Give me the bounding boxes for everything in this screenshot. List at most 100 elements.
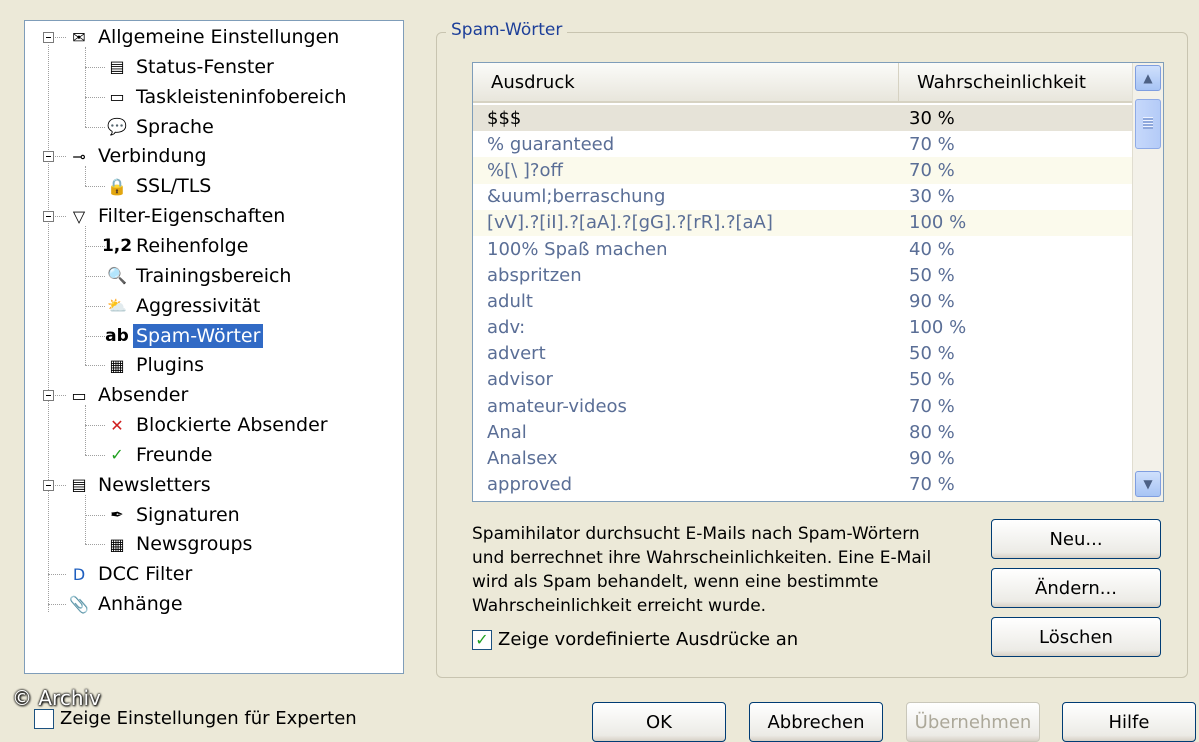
tree-item-5[interactable]: ⊸ Verbindung <box>67 142 210 170</box>
cell-expression: %[\ ]?off <box>487 159 563 181</box>
lock-icon: 🔒 <box>107 176 127 196</box>
tree-collapse-toggle[interactable] <box>43 390 54 402</box>
tree-connector-line <box>85 305 105 307</box>
tree-connector-line <box>85 544 105 546</box>
groupbox-title: Spam-Wörter <box>446 20 568 40</box>
tree-collapse-toggle[interactable] <box>43 151 54 163</box>
tree-collapse-toggle[interactable] <box>43 479 54 491</box>
table-row[interactable]: advert 50 % <box>473 341 1133 367</box>
newsletter-icon: ▤ <box>71 475 87 495</box>
tree-item-label: Newsletters <box>98 473 211 496</box>
table-row[interactable]: Analsex 90 % <box>473 445 1133 471</box>
tree-item-3[interactable]: ▭ Taskleisteninfobereich <box>105 83 350 111</box>
language-bubble-icon: 💬 <box>107 117 127 137</box>
table-row[interactable]: &uuml;berraschung 30 % <box>473 184 1133 210</box>
tree-item-18[interactable]: ▦ Newsgroups <box>105 530 255 558</box>
tree-item-14[interactable]: ✕ Blockierte Absender <box>105 411 331 439</box>
tree-item-9[interactable]: 🔍 Trainingsbereich <box>105 262 294 290</box>
tree-item-label: Taskleisteninfobereich <box>136 85 347 108</box>
cell-probability: 100 % <box>909 212 967 234</box>
cell-expression: advert <box>487 343 546 365</box>
tree-item-6[interactable]: 🔒 SSL/TLS <box>105 172 214 200</box>
tree-item-11[interactable]: ab Spam-Wörter <box>105 322 264 350</box>
show-predefined-checkbox-row[interactable]: ✓ Zeige vordefinierte Ausdrücke an <box>472 629 798 650</box>
cell-probability: 30 % <box>909 186 955 208</box>
vertical-scrollbar[interactable]: ▲ ▼ <box>1132 63 1163 501</box>
newsgroups-icon: ▦ <box>109 534 125 554</box>
list-header: Ausdruck Wahrscheinlichkeit <box>473 63 1133 103</box>
delete-button[interactable]: Löschen <box>991 617 1161 657</box>
tree-item-19[interactable]: D DCC Filter <box>67 560 195 588</box>
cell-probability: 50 % <box>909 264 955 286</box>
cell-probability: 90 % <box>909 448 955 470</box>
scroll-up-button[interactable]: ▲ <box>1135 65 1161 91</box>
cancel-button[interactable]: Abbrechen <box>749 702 883 742</box>
table-row[interactable]: adult 90 % <box>473 288 1133 314</box>
tree-item-label: Trainingsbereich <box>136 264 292 287</box>
table-row[interactable]: amateur-videos 70 % <box>473 393 1133 419</box>
tree-item-label: DCC Filter <box>98 563 193 586</box>
table-row[interactable]: 100% Spaß machen 40 % <box>473 236 1133 262</box>
cell-expression: approved <box>487 474 573 496</box>
tree-item-17[interactable]: ✒ Signaturen <box>105 501 243 529</box>
text-ab-icon: ab <box>105 325 129 346</box>
tree-item-label: Absender <box>98 384 189 407</box>
table-row[interactable]: %[\ ]?off 70 % <box>473 157 1133 184</box>
cell-probability: 50 % <box>909 343 955 365</box>
description-line: Spamihilator durchsucht E-Mails nach Spa… <box>472 524 920 544</box>
scroll-thumb[interactable] <box>1135 99 1161 149</box>
spam-words-list[interactable]: Ausdruck Wahrscheinlichkeit $$$ 30 %% gua… <box>472 62 1164 502</box>
help-button[interactable]: Hilfe <box>1062 702 1196 742</box>
tree-item-20[interactable]: 📎 Anhänge <box>67 590 186 618</box>
cell-expression: Analsex <box>487 448 558 470</box>
tree-connector-line <box>85 126 105 128</box>
table-row[interactable]: adv: 100 % <box>473 315 1133 341</box>
table-row[interactable]: abspritzen 50 % <box>473 262 1133 288</box>
settings-tree[interactable]: ✉ Allgemeine Einstellungen ▤ Status-Fenster… <box>24 20 404 674</box>
tree-collapse-toggle[interactable] <box>43 32 54 43</box>
tree-item-7[interactable]: ▽ Filter-Eigenschaften <box>67 202 288 230</box>
dcc-icon: D <box>72 564 86 584</box>
tree-item-label: Spam-Wörter <box>133 323 264 348</box>
cell-expression: 100% Spaß machen <box>487 238 668 260</box>
tree-connector-line <box>85 186 105 188</box>
tree-item-label: Freunde <box>136 443 213 466</box>
table-row[interactable]: % guaranteed 70 % <box>473 131 1133 157</box>
table-row[interactable]: [vV].?[iI].?[aA].?[gG].?[rR].?[aA] 100 % <box>473 209 1133 236</box>
tree-branch-line <box>85 494 86 545</box>
tree-item-8[interactable]: 1,2 Reihenfolge <box>102 232 251 260</box>
expert-settings-row[interactable]: Zeige Einstellungen für Experten <box>34 708 357 729</box>
tree-connector-line <box>48 604 66 606</box>
tree-item-13[interactable]: ▭ Absender <box>67 381 191 409</box>
column-header-probability[interactable]: Wahrscheinlichkeit <box>899 63 1133 101</box>
expert-settings-checkbox[interactable] <box>34 708 54 729</box>
tree-item-label: Filter-Eigenschaften <box>98 205 286 228</box>
column-header-expression[interactable]: Ausdruck <box>473 63 899 101</box>
tree-item-1[interactable]: ✉ Allgemeine Einstellungen <box>67 23 342 51</box>
tree-item-4[interactable]: 💬 Sprache <box>105 113 217 141</box>
tree-item-10[interactable]: ⛅ Aggressivität <box>105 292 263 320</box>
table-row[interactable]: Anal 80 % <box>473 419 1133 445</box>
tree-collapse-toggle[interactable] <box>43 211 54 223</box>
table-row[interactable]: $$$ 30 % <box>473 105 1133 132</box>
list-rows: $$$ 30 % % guaranteed 70 % %[\ ]?off 70 % &uum… <box>473 105 1133 498</box>
show-predefined-checkbox[interactable]: ✓ <box>472 629 492 650</box>
apply-button[interactable]: Übernehmen <box>906 702 1040 742</box>
cell-probability: 90 % <box>909 290 955 312</box>
tree-item-12[interactable]: ▦ Plugins <box>105 351 207 379</box>
edit-button[interactable]: Ändern... <box>991 568 1161 608</box>
sender-card-icon: ▭ <box>71 385 87 405</box>
table-row[interactable]: advisor 50 % <box>473 367 1133 393</box>
tree-item-label: Sprache <box>136 115 214 138</box>
tree-item-15[interactable]: ✓ Freunde <box>105 441 215 469</box>
tree-item-16[interactable]: ▤ Newsletters <box>67 471 214 499</box>
scroll-down-button[interactable]: ▼ <box>1135 471 1161 497</box>
checkmark-icon: ✓ <box>475 630 489 649</box>
weather-icon: ⛅ <box>107 296 127 316</box>
tree-item-2[interactable]: ▤ Status-Fenster <box>105 53 277 81</box>
new-button[interactable]: Neu... <box>991 519 1161 559</box>
cell-expression: advisor <box>487 369 553 391</box>
table-row[interactable]: approved 70 % <box>473 472 1133 498</box>
cell-probability: 40 % <box>909 238 955 260</box>
ok-button[interactable]: OK <box>592 702 726 742</box>
